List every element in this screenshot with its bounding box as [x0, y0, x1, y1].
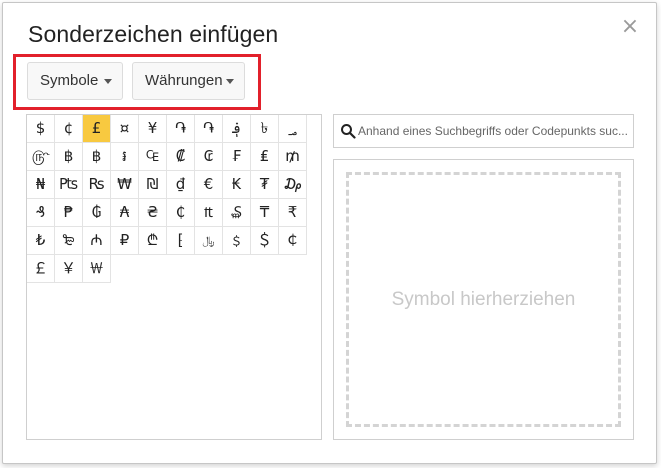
symbol-cell[interactable]: ₠	[139, 143, 167, 171]
symbol-cell[interactable]: ₯	[279, 171, 307, 199]
search-icon	[341, 124, 356, 139]
symbol-cell[interactable]: ₪	[139, 171, 167, 199]
draw-symbol-area[interactable]: Symbol hierherziehen	[346, 172, 621, 427]
symbol-cell[interactable]: ﷼	[195, 227, 223, 255]
symbol-cell[interactable]: ￥	[55, 255, 83, 283]
symbol-cell[interactable]: ֏	[195, 115, 223, 143]
symbol-cell[interactable]: ฿	[55, 143, 83, 171]
symbol-cell[interactable]: ₼	[83, 227, 111, 255]
symbol-cell[interactable]: ﹩	[223, 227, 251, 255]
draw-panel: Symbol hierherziehen	[333, 159, 634, 440]
symbol-cell[interactable]: ＄	[251, 227, 279, 255]
search-input[interactable]	[358, 121, 630, 141]
symbol-cell[interactable]: ￠	[279, 227, 307, 255]
symbol-cell[interactable]: $	[27, 115, 55, 143]
symbol-cell[interactable]: ¥	[139, 115, 167, 143]
symbol-cell[interactable]: ₮	[251, 171, 279, 199]
symbol-cell[interactable]: ₴	[139, 199, 167, 227]
symbol-cell[interactable]: ₶	[195, 199, 223, 227]
symbol-cell[interactable]: ৳	[251, 115, 279, 143]
symbol-cell[interactable]: ₱	[55, 199, 83, 227]
symbol-cell[interactable]: ₤	[251, 143, 279, 171]
symbol-cell[interactable]: ₥	[279, 143, 307, 171]
symbol-cell[interactable]: ֏	[167, 115, 195, 143]
symbol-cell[interactable]: £	[83, 115, 111, 143]
symbol-cell[interactable]: €	[195, 171, 223, 199]
symbol-cell[interactable]: ₣	[223, 143, 251, 171]
symbol-cell[interactable]: ¤	[111, 115, 139, 143]
symbol-cell[interactable]: ₷	[223, 199, 251, 227]
category-dropdown-label: Symbole	[40, 72, 99, 89]
symbol-cell[interactable]: ₩	[111, 171, 139, 199]
dialog-title: Sonderzeichen einfügen	[28, 21, 279, 47]
symbol-cell[interactable]: ؃	[279, 115, 307, 143]
symbol-cell[interactable]: ₳	[111, 199, 139, 227]
symbol-cell[interactable]: ₨	[83, 171, 111, 199]
category-dropdown[interactable]: Symbole	[27, 62, 123, 100]
symbol-cell[interactable]: ₵	[167, 199, 195, 227]
symbol-cell[interactable]: ₡	[167, 143, 195, 171]
symbol-cell[interactable]: ₢	[195, 143, 223, 171]
symbol-cell[interactable]: ₧	[55, 171, 83, 199]
symbol-cell[interactable]: ₸	[251, 199, 279, 227]
symbol-cell[interactable]: ₲	[83, 199, 111, 227]
symbol-cell[interactable]: ₻	[55, 227, 83, 255]
symbol-cell[interactable]: ₺	[27, 227, 55, 255]
subcategory-dropdown-label: Währungen	[145, 72, 223, 89]
symbol-cell[interactable]: ₰	[27, 199, 55, 227]
chevron-down-icon	[226, 79, 234, 84]
symbol-cell[interactable]: ₽	[111, 227, 139, 255]
symbol-cell[interactable]: ₭	[223, 171, 251, 199]
symbol-cell[interactable]: ⁅	[167, 227, 195, 255]
symbol-cell[interactable]: ៛	[111, 143, 139, 171]
chevron-down-icon	[104, 79, 112, 84]
symbol-cell[interactable]: ௹	[27, 143, 55, 171]
search-box[interactable]	[333, 114, 634, 148]
symbol-cell[interactable]: ₾	[139, 227, 167, 255]
close-icon[interactable]: ×	[620, 16, 640, 38]
symbol-cell[interactable]: ￡	[27, 255, 55, 283]
symbol-grid-panel: $ ¢ £ ¤ ¥ ֏ ֏ ؋ ৳ ؃ ௹ ฿฿៛ ₠ ₡ ₢ ₣ ₤ ₥ ₦ ₧ ₨ ₩ ₪ ₫ € ₭ ₮ ₯ ₰ ₱ ₲ ₳ ₴ ₵ ₶ ₷ ₸ ₹…	[26, 114, 322, 440]
symbol-cell[interactable]: ₫	[167, 171, 195, 199]
symbol-cell[interactable]: ¢	[55, 115, 83, 143]
symbol-cell[interactable]: ؋	[223, 115, 251, 143]
symbol-cell[interactable]: ₦	[27, 171, 55, 199]
symbol-cell[interactable]: ₹	[279, 199, 307, 227]
symbol-cell[interactable]: ฿	[83, 143, 111, 171]
subcategory-dropdown[interactable]: Währungen	[132, 62, 245, 100]
symbol-cell[interactable]: ￦	[83, 255, 111, 283]
